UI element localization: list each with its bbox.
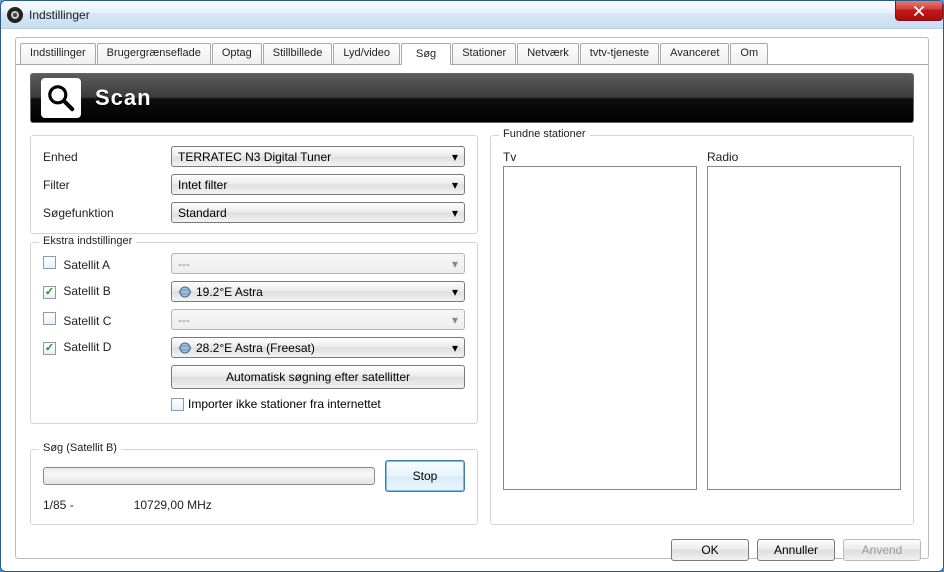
radio-list[interactable]	[707, 166, 901, 490]
sat-a-label: Satellit A	[63, 258, 110, 272]
sat-b-checkbox[interactable]	[43, 286, 56, 299]
chevron-down-icon: ▾	[452, 150, 458, 164]
satellite-icon	[178, 341, 192, 355]
ekstra-legend: Ekstra indstillinger	[39, 235, 136, 247]
dialog-frame: IndstillingerBrugergrænsefladeOptagStill…	[15, 37, 929, 559]
tv-list[interactable]	[503, 166, 697, 490]
auto-search-label: Automatisk søgning efter satellitter	[226, 370, 410, 384]
tab-optag[interactable]: Optag	[212, 43, 262, 65]
chevron-down-icon: ▾	[452, 206, 458, 220]
ekstra-fieldset: Ekstra indstillinger Satellit A --- ▾	[30, 242, 478, 424]
tv-column-label: Tv	[503, 150, 697, 164]
sat-d-select[interactable]: 28.2°E Astra (Freesat) ▾	[171, 337, 465, 358]
progress-bar	[43, 467, 375, 485]
dialog-buttons: OK Annuller Anvend	[671, 539, 921, 561]
auto-search-button[interactable]: Automatisk søgning efter satellitter	[171, 365, 465, 389]
stop-button[interactable]: Stop	[385, 460, 465, 492]
import-checkbox[interactable]	[171, 398, 184, 411]
soge-label: Søgefunktion	[43, 206, 171, 220]
sat-b-row: Satellit B	[43, 284, 171, 299]
tab-stillbillede[interactable]: Stillbillede	[263, 43, 333, 65]
tab-stationer[interactable]: Stationer	[452, 43, 516, 65]
tab-brugergr-nseflade[interactable]: Brugergrænseflade	[97, 43, 211, 65]
enhed-select[interactable]: TERRATEC N3 Digital Tuner ▾	[171, 146, 465, 167]
sat-d-value: 28.2°E Astra (Freesat)	[196, 341, 315, 355]
window-title: Indstillinger	[29, 8, 90, 22]
filter-label: Filter	[43, 178, 171, 192]
apply-label: Anvend	[862, 543, 903, 557]
basic-settings-panel: Enhed TERRATEC N3 Digital Tuner ▾ Filter	[30, 135, 478, 234]
apply-button: Anvend	[843, 539, 921, 561]
soge-select[interactable]: Standard ▾	[171, 202, 465, 223]
search-legend: Søg (Satellit B)	[39, 442, 121, 454]
satellite-icon	[178, 285, 192, 299]
sat-a-row: Satellit A	[43, 256, 171, 272]
filter-select[interactable]: Intet filter ▾	[171, 174, 465, 195]
soge-value: Standard	[178, 206, 227, 220]
chevron-down-icon: ▾	[452, 341, 458, 355]
ok-button[interactable]: OK	[671, 539, 749, 561]
enhed-value: TERRATEC N3 Digital Tuner	[178, 150, 331, 164]
chevron-down-icon: ▾	[452, 178, 458, 192]
tab-indstillinger[interactable]: Indstillinger	[20, 43, 96, 65]
tab-bar: IndstillingerBrugergrænsefladeOptagStill…	[16, 38, 928, 64]
sat-a-checkbox[interactable]	[43, 256, 56, 269]
tab-content: Scan Enhed TERRATEC N3 Digital Tuner ▾	[16, 64, 928, 558]
filter-value: Intet filter	[178, 178, 227, 192]
sat-c-checkbox[interactable]	[43, 312, 56, 325]
sat-d-checkbox[interactable]	[43, 342, 56, 355]
page-title: Scan	[95, 85, 152, 111]
tab-avanceret[interactable]: Avanceret	[660, 43, 729, 65]
sat-a-value: ---	[178, 257, 190, 271]
tab-netv-rk[interactable]: Netværk	[517, 43, 579, 65]
found-legend: Fundne stationer	[499, 128, 590, 140]
sat-d-row: Satellit D	[43, 340, 171, 355]
settings-window: Indstillinger IndstillingerBrugergrænsef…	[0, 0, 944, 572]
titlebar: Indstillinger	[1, 1, 943, 29]
sat-c-label: Satellit C	[63, 314, 111, 328]
search-freq: 10729,00 MHz	[134, 498, 212, 512]
import-label: Importer ikke stationer fra internettet	[188, 397, 381, 411]
found-fieldset: Fundne stationer Tv Radio	[490, 135, 914, 525]
tab-om[interactable]: Om	[730, 43, 768, 65]
chevron-down-icon: ▾	[452, 257, 458, 271]
cancel-button[interactable]: Annuller	[757, 539, 835, 561]
sat-c-select: --- ▾	[171, 309, 465, 330]
tab-tvtv-tjeneste[interactable]: tvtv-tjeneste	[580, 43, 659, 65]
app-icon	[7, 7, 23, 23]
sat-b-select[interactable]: 19.2°E Astra ▾	[171, 281, 465, 302]
enhed-label: Enhed	[43, 150, 171, 164]
search-progress-fieldset: Søg (Satellit B) Stop 1/85 - 10729,00 MH…	[30, 449, 478, 525]
sat-b-value: 19.2°E Astra	[196, 285, 263, 299]
sat-c-row: Satellit C	[43, 312, 171, 328]
sat-d-label: Satellit D	[63, 340, 111, 354]
chevron-down-icon: ▾	[452, 285, 458, 299]
client-area: IndstillingerBrugergrænsefladeOptagStill…	[1, 29, 943, 571]
tab-s-g[interactable]: Søg	[401, 43, 451, 65]
sat-c-value: ---	[178, 313, 190, 327]
scan-header: Scan	[30, 73, 914, 123]
chevron-down-icon: ▾	[452, 313, 458, 327]
search-counter: 1/85 -	[43, 498, 74, 512]
sat-b-label: Satellit B	[63, 284, 110, 298]
cancel-label: Annuller	[774, 543, 818, 557]
sat-a-select: --- ▾	[171, 253, 465, 274]
ok-label: OK	[701, 543, 718, 557]
radio-column-label: Radio	[707, 150, 901, 164]
magnifier-icon	[41, 78, 81, 118]
close-button[interactable]	[895, 1, 943, 21]
tab-lyd-video[interactable]: Lyd/video	[333, 43, 400, 65]
stop-label: Stop	[413, 469, 438, 483]
